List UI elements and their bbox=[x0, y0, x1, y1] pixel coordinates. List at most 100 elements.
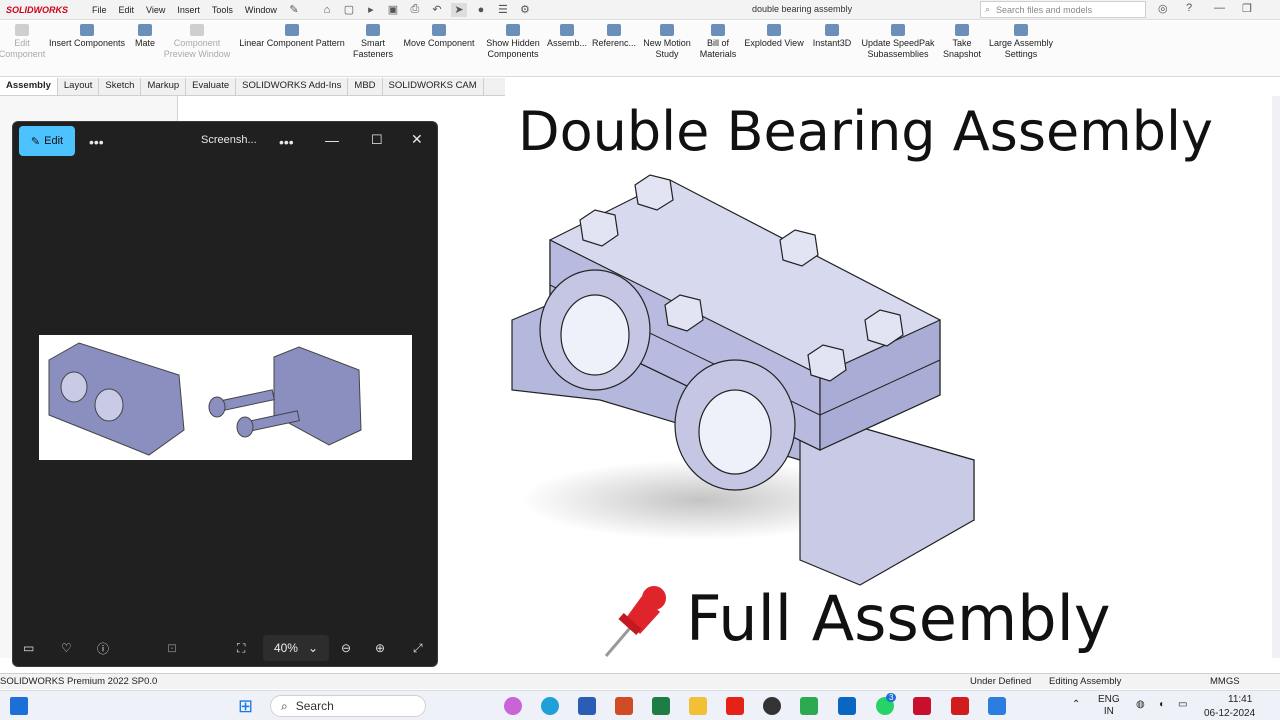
preview-image[interactable] bbox=[39, 335, 412, 460]
motion-study-icon bbox=[660, 24, 674, 36]
tab-assembly[interactable]: Assembly bbox=[0, 78, 58, 95]
tab-addins[interactable]: SOLIDWORKS Add-Ins bbox=[236, 78, 349, 95]
document-title: double bearing assembly bbox=[752, 4, 853, 14]
unit-system[interactable]: MMGS bbox=[1210, 676, 1240, 687]
edit-component-button[interactable]: Edit Component bbox=[0, 21, 45, 76]
rebuild-icon[interactable]: ● bbox=[473, 3, 489, 17]
select-icon[interactable]: ➤ bbox=[450, 2, 467, 17]
tab-markup[interactable]: Markup bbox=[141, 78, 187, 95]
file-properties-icon[interactable]: ☰ bbox=[495, 3, 511, 17]
zoom-out-icon[interactable]: ⊖ bbox=[341, 641, 351, 655]
component-preview-icon bbox=[190, 24, 204, 36]
help-icon[interactable]: ? bbox=[1186, 2, 1192, 14]
tab-evaluate[interactable]: Evaluate bbox=[186, 78, 237, 95]
google-drive-icon[interactable] bbox=[800, 697, 818, 715]
window-minimize-icon[interactable]: — bbox=[325, 132, 339, 148]
bill-of-materials-button[interactable]: Bill of Materials bbox=[696, 21, 740, 76]
smart-fasteners-button[interactable]: Smart Fasteners bbox=[350, 21, 396, 76]
linear-pattern-button[interactable]: Linear Component Pattern bbox=[234, 21, 350, 76]
excel-icon[interactable] bbox=[652, 697, 670, 715]
pushpin-icon bbox=[604, 586, 666, 657]
acrobat-icon[interactable] bbox=[951, 697, 969, 715]
viewer-bottom-bar: ▭ ♡ ⓘ ⊡ ⛶ 40% ⌄ ⊖ ⊕ ⤢ bbox=[13, 630, 437, 666]
linear-pattern-icon bbox=[285, 24, 299, 36]
new-motion-study-label: New Motion Study bbox=[643, 38, 691, 59]
show-hidden-label: Show Hidden Components bbox=[486, 38, 540, 59]
update-speedpak-button[interactable]: Update SpeedPak Subassemblies bbox=[856, 21, 940, 76]
edge-icon[interactable] bbox=[541, 697, 559, 715]
pin-icon[interactable]: ✎ bbox=[286, 3, 302, 17]
photos-icon[interactable] bbox=[988, 697, 1006, 715]
solidworks-logo[interactable]: SOLIDWORKS bbox=[0, 5, 86, 15]
title-more-icon[interactable]: ••• bbox=[279, 134, 294, 150]
zoom-in-icon[interactable]: ⊕ bbox=[375, 641, 385, 655]
battery-icon[interactable]: ▭ bbox=[1178, 699, 1187, 711]
menu-file[interactable]: File bbox=[86, 5, 113, 15]
visual-search-icon[interactable]: ⊡ bbox=[167, 641, 177, 655]
window-maximize-icon[interactable]: ☐ bbox=[371, 132, 383, 148]
clock-date[interactable]: 06-12-2024 bbox=[1204, 708, 1255, 720]
menu-edit[interactable]: Edit bbox=[113, 5, 141, 15]
tab-cam[interactable]: SOLIDWORKS CAM bbox=[383, 78, 484, 95]
tab-mbd[interactable]: MBD bbox=[348, 78, 383, 95]
info-icon[interactable]: ⓘ bbox=[97, 640, 109, 657]
window-close-icon[interactable]: ✕ bbox=[411, 131, 423, 148]
tab-layout[interactable]: Layout bbox=[58, 78, 100, 95]
word-icon[interactable] bbox=[578, 697, 596, 715]
youtube-icon[interactable] bbox=[726, 697, 744, 715]
chatgpt-icon[interactable] bbox=[763, 697, 781, 715]
fullscreen-icon[interactable]: ⤢ bbox=[413, 641, 423, 656]
solidworks-taskbar-icon[interactable] bbox=[913, 697, 931, 715]
menu-view[interactable]: View bbox=[140, 5, 171, 15]
home-icon[interactable]: ⌂ bbox=[319, 3, 335, 17]
search-input[interactable]: ⌕ Search files and models bbox=[980, 1, 1146, 18]
instant3d-button[interactable]: Instant3D bbox=[808, 21, 856, 76]
more-options-icon[interactable]: ••• bbox=[89, 134, 104, 150]
linkedin-icon[interactable] bbox=[838, 697, 856, 715]
taskbar-search[interactable]: ⌕ Search bbox=[270, 695, 426, 717]
widgets-icon[interactable] bbox=[10, 697, 28, 715]
tray-chevron-icon[interactable]: ⌃ bbox=[1072, 699, 1080, 711]
undo-icon[interactable]: ↶ bbox=[429, 3, 445, 17]
fit-to-window-icon[interactable]: ⛶ bbox=[237, 641, 245, 656]
new-motion-study-button[interactable]: New Motion Study bbox=[638, 21, 696, 76]
take-snapshot-button[interactable]: Take Snapshot bbox=[940, 21, 984, 76]
user-icon[interactable]: ◎ bbox=[1158, 2, 1168, 15]
new-document-icon[interactable]: ▢ bbox=[341, 3, 357, 17]
task-pane[interactable] bbox=[1272, 96, 1280, 658]
exploded-view-button[interactable]: Exploded View bbox=[740, 21, 808, 76]
menu-window[interactable]: Window bbox=[239, 5, 283, 15]
menu-insert[interactable]: Insert bbox=[171, 5, 206, 15]
edit-icon: ✎ bbox=[30, 135, 41, 148]
zoom-dropdown[interactable]: 40% ⌄ bbox=[263, 635, 329, 661]
reference-geometry-button[interactable]: Referenc... bbox=[590, 21, 638, 76]
move-component-button[interactable]: Move Component bbox=[396, 21, 482, 76]
powerpoint-icon[interactable] bbox=[615, 697, 633, 715]
minimize-icon[interactable]: — bbox=[1214, 2, 1225, 14]
chevron-down-icon: ⌄ bbox=[307, 641, 319, 655]
file-explorer-icon[interactable] bbox=[689, 697, 707, 715]
favorite-icon[interactable]: ♡ bbox=[61, 641, 72, 655]
copilot-icon[interactable] bbox=[504, 697, 522, 715]
edit-button[interactable]: ✎ Edit bbox=[19, 126, 75, 156]
restore-icon[interactable]: ❐ bbox=[1242, 2, 1252, 15]
assembly-features-button[interactable]: Assemb... bbox=[544, 21, 590, 76]
menu-tools[interactable]: Tools bbox=[206, 5, 239, 15]
print-icon[interactable]: ⎙ bbox=[407, 3, 423, 17]
insert-components-button[interactable]: Insert Components bbox=[44, 21, 130, 76]
save-icon[interactable]: ▣ bbox=[385, 3, 401, 17]
volume-icon[interactable]: ◖ bbox=[1158, 699, 1164, 711]
show-hidden-button[interactable]: Show Hidden Components bbox=[482, 21, 544, 76]
clock-time[interactable]: 11:41 bbox=[1228, 694, 1252, 706]
large-assembly-settings-button[interactable]: Large Assembly Settings bbox=[984, 21, 1058, 76]
assembly-features-label: Assemb... bbox=[547, 38, 588, 48]
network-icon[interactable]: ◍ bbox=[1136, 699, 1145, 711]
tab-sketch[interactable]: Sketch bbox=[99, 78, 142, 95]
mate-button[interactable]: Mate bbox=[130, 21, 160, 76]
filmstrip-icon[interactable]: ▭ bbox=[23, 641, 34, 655]
language-indicator[interactable]: ENG IN bbox=[1098, 694, 1120, 718]
start-icon[interactable]: ⊞ bbox=[238, 696, 253, 717]
open-icon[interactable]: ▸ bbox=[363, 3, 379, 17]
options-gear-icon[interactable]: ⚙ bbox=[517, 3, 533, 17]
component-preview-button[interactable]: Component Preview Window bbox=[160, 21, 234, 76]
